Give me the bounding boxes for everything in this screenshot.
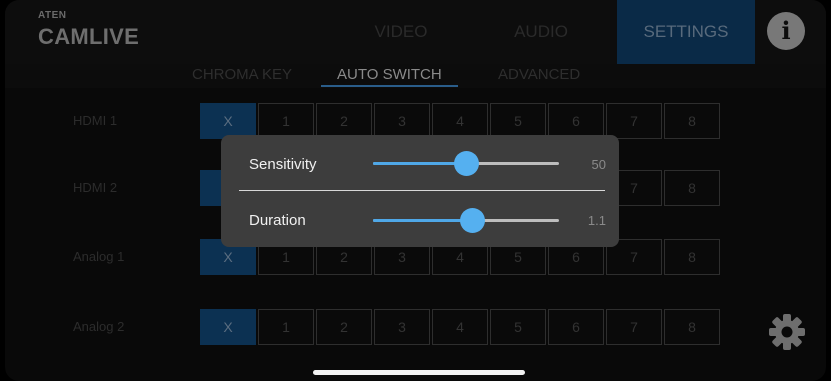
source-button[interactable]: 2 [316,309,372,345]
source-button[interactable]: 3 [374,309,430,345]
source-button[interactable]: 1 [258,309,314,345]
source-button[interactable]: 3 [374,103,430,139]
sensitivity-slider[interactable] [373,151,559,176]
subtab-auto-switch[interactable]: AUTO SWITCH [321,66,458,87]
duration-slider-thumb[interactable] [459,208,485,233]
row-label: Analog 1 [73,249,125,264]
subtab-bar: CHROMA KEY AUTO SWITCH ADVANCED [5,64,826,88]
app-screen: ATEN CAMLIVE VIDEO AUDIO SETTINGS i CHRO… [5,0,826,381]
source-button[interactable]: 8 [664,239,720,275]
top-bar: ATEN CAMLIVE VIDEO AUDIO SETTINGS i [5,0,826,65]
source-button[interactable]: 4 [432,309,488,345]
home-indicator [313,370,525,375]
duration-value: 1.1 [587,213,606,228]
tab-video[interactable]: VIDEO [351,0,451,64]
source-button[interactable]: 5 [490,103,546,139]
source-button[interactable]: 8 [664,103,720,139]
auto-switch-settings-dialog: Sensitivity 50 Duration 1.1 [221,135,619,247]
source-button[interactable]: 2 [316,103,372,139]
tab-audio[interactable]: AUDIO [491,0,591,64]
subtab-chroma-key[interactable]: CHROMA KEY [192,66,292,83]
source-off-button[interactable]: X [200,103,256,139]
source-button[interactable]: 8 [664,309,720,345]
gear-icon[interactable] [767,312,807,357]
source-off-button[interactable]: X [200,309,256,345]
duration-label: Duration [249,212,306,229]
tab-settings[interactable]: SETTINGS [617,0,755,64]
source-button[interactable]: 5 [490,309,546,345]
sensitivity-slider-thumb[interactable] [454,151,479,176]
source-button[interactable]: 7 [606,103,662,139]
subtab-advanced[interactable]: ADVANCED [498,66,580,83]
sensitivity-label: Sensitivity [249,156,317,173]
row-label: HDMI 2 [73,180,118,195]
divider [239,190,605,191]
duration-slider[interactable] [373,208,559,233]
row-label: Analog 2 [73,319,125,334]
source-button[interactable]: 8 [664,170,720,206]
row-label: HDMI 1 [73,113,118,128]
info-icon[interactable]: i [767,12,805,50]
source-button[interactable]: 6 [548,103,604,139]
source-button[interactable]: 7 [606,309,662,345]
source-button[interactable]: 1 [258,103,314,139]
company-logo: ATEN [38,10,67,21]
source-button[interactable]: 6 [548,309,604,345]
duration-slider-fill [373,219,472,222]
app-title: CAMLIVE [38,24,140,49]
sensitivity-slider-fill [373,162,466,165]
sensitivity-value: 50 [591,157,606,172]
source-button[interactable]: 4 [432,103,488,139]
